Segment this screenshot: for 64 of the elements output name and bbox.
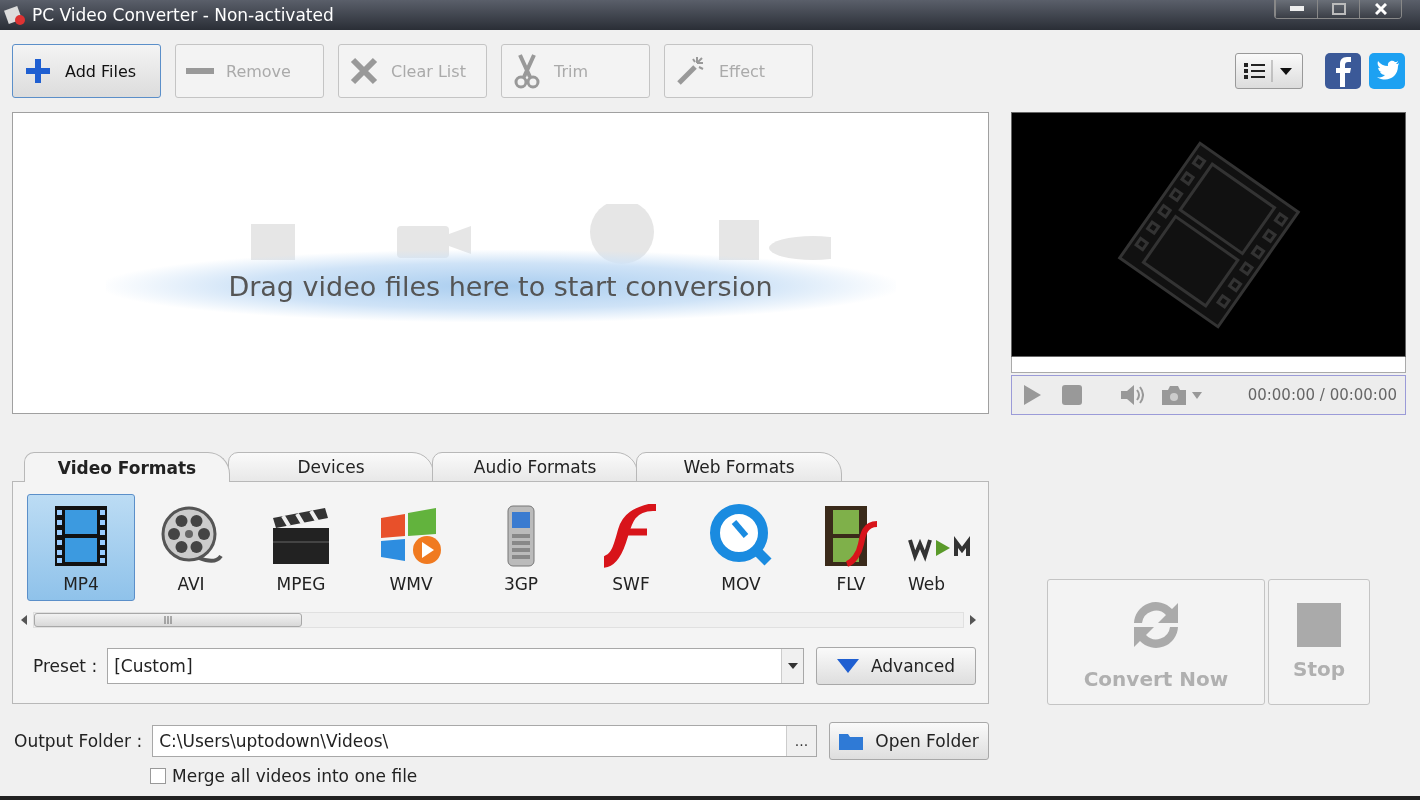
drop-hint: Drag video files here to start conversion xyxy=(228,270,773,302)
merge-checkbox[interactable] xyxy=(150,768,166,784)
caret-icon xyxy=(837,659,859,673)
app-logo-icon xyxy=(4,4,26,26)
scissors-icon xyxy=(512,53,542,89)
dropdown-arrow-button[interactable] xyxy=(781,649,803,683)
caret-icon xyxy=(1280,67,1292,75)
merge-label: Merge all videos into one file xyxy=(172,766,418,786)
close-button[interactable] xyxy=(1359,0,1401,18)
caret-icon xyxy=(1192,391,1202,399)
folder-icon xyxy=(839,732,864,750)
maximize-button[interactable] xyxy=(1317,0,1359,18)
minimize-button[interactable] xyxy=(1275,0,1317,18)
twitter-icon[interactable] xyxy=(1369,53,1405,89)
format-option[interactable]: MP4 xyxy=(27,494,135,601)
mobile-phone-icon xyxy=(504,504,538,568)
open-folder-button[interactable]: Open Folder xyxy=(829,722,989,760)
format-option[interactable]: 3GP xyxy=(467,494,575,601)
stop-icon xyxy=(1062,385,1082,405)
format-option[interactable]: MPEG xyxy=(247,494,355,601)
plus-icon xyxy=(23,56,53,86)
output-folder-label: Output Folder : xyxy=(14,731,143,751)
advanced-button[interactable]: Advanced xyxy=(816,647,976,685)
format-option[interactable]: MOV xyxy=(687,494,795,601)
playback-time: 00:00:00 / 00:00:00 xyxy=(1247,386,1397,404)
toolbar-button[interactable]: Add Files xyxy=(12,44,161,98)
format-option[interactable]: FLV xyxy=(797,494,905,601)
camera-icon xyxy=(1162,385,1186,405)
output-folder-field[interactable]: C:\Users\uptodown\Videos\ ... xyxy=(152,725,817,757)
minimize-icon xyxy=(1289,6,1304,12)
close-icon xyxy=(1374,3,1387,15)
format-tab[interactable]: Video Formats xyxy=(24,452,230,482)
maximize-icon xyxy=(1331,3,1346,15)
play-icon xyxy=(1022,384,1042,406)
film-flash-icon xyxy=(823,504,879,568)
window-title: PC Video Converter - Non-activated xyxy=(32,5,335,25)
format-tab[interactable]: Web Formats xyxy=(636,452,842,482)
preset-dropdown[interactable]: [Custom] xyxy=(107,648,804,684)
view-menu-button[interactable] xyxy=(1235,53,1303,89)
volume-icon xyxy=(1120,384,1144,406)
close-icon xyxy=(349,56,379,86)
volume-button[interactable] xyxy=(1120,383,1144,407)
format-option[interactable]: WMV xyxy=(357,494,465,601)
seek-bar[interactable] xyxy=(1011,357,1406,373)
preset-label: Preset : xyxy=(33,656,98,676)
snapshot-button[interactable] xyxy=(1160,383,1204,407)
browse-button[interactable]: ... xyxy=(786,726,816,756)
stop-icon xyxy=(1297,603,1341,647)
film-strip-icon xyxy=(53,504,109,568)
format-tab[interactable]: Devices xyxy=(228,452,434,482)
format-option[interactable]: SWF xyxy=(577,494,685,601)
grip-icon xyxy=(163,616,173,624)
scroll-left-icon[interactable] xyxy=(21,615,27,625)
scroll-right-icon[interactable] xyxy=(970,615,976,625)
stop-button[interactable] xyxy=(1060,383,1084,407)
scrollbar-track[interactable] xyxy=(33,612,964,628)
minus-icon xyxy=(186,68,214,74)
facebook-icon[interactable] xyxy=(1325,53,1361,89)
format-option[interactable]: Web xyxy=(907,494,971,601)
scrollbar-thumb[interactable] xyxy=(34,613,302,627)
format-option[interactable]: AVI xyxy=(137,494,245,601)
drop-zone[interactable]: Drag video files here to start conversion xyxy=(12,112,989,414)
caret-icon xyxy=(787,663,798,669)
format-tab[interactable]: Audio Formats xyxy=(432,452,638,482)
